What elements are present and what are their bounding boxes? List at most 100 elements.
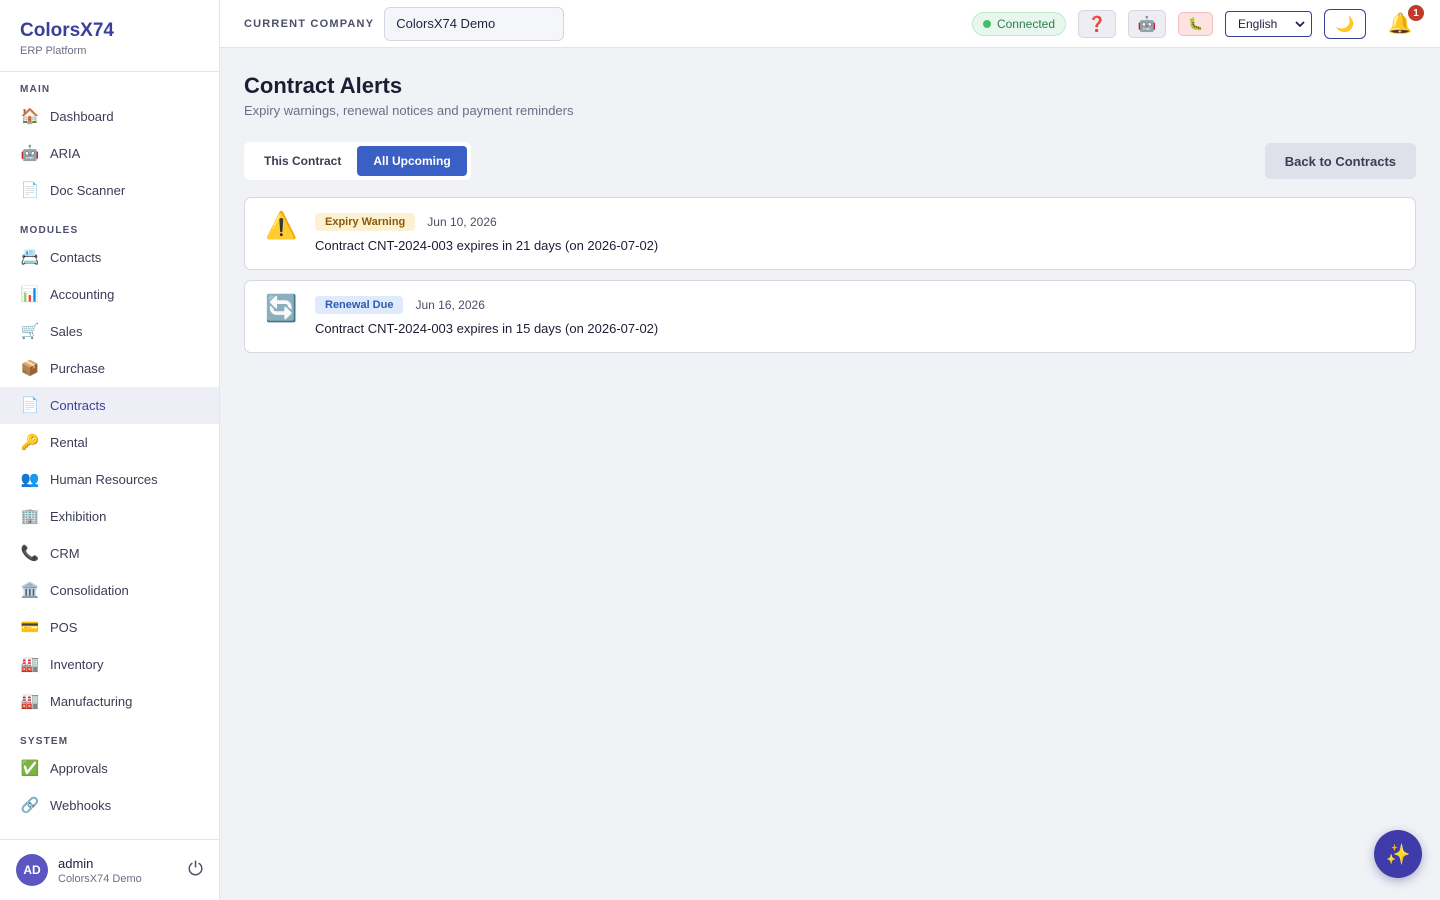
people-icon: 👥 — [20, 471, 40, 488]
sidebar-item-sales[interactable]: 🛒 Sales — [0, 313, 219, 350]
sidebar-section-title: MAIN — [20, 84, 51, 95]
logout-power-icon[interactable]: ⏻ — [188, 859, 203, 881]
factory-icon: 🏭 — [20, 693, 40, 710]
bug-report-button[interactable]: 🐛 — [1178, 11, 1213, 36]
sidebar-section-title: MODULES — [20, 225, 79, 236]
sidebar-item-rental[interactable]: 🔑 Rental — [0, 424, 219, 461]
alerts-list: ⚠️ Expiry Warning Jun 10, 2026 Contract CNT… — [244, 197, 1416, 353]
sidebar-item-pos[interactable]: 💳 POS — [0, 609, 219, 646]
page-subtitle: Expiry warnings, renewal notices and pay… — [244, 103, 574, 118]
contact-card-icon: 📇 — [20, 249, 40, 266]
tab-all-upcoming[interactable]: All Upcoming — [357, 146, 467, 176]
sidebar-item-label: Contracts — [50, 398, 106, 413]
credit-card-icon: 💳 — [20, 619, 40, 636]
sidebar-item-webhooks[interactable]: 🔗 Webhooks — [0, 787, 219, 824]
alert-card[interactable]: 🔄 Renewal Due Jun 16, 2026 Contract CNT-202… — [244, 280, 1416, 353]
sidebar-item-dashboard[interactable]: 🏠 Dashboard — [0, 98, 219, 135]
alerts-toolbar: This Contract All Upcoming Back to Contra… — [244, 142, 1416, 180]
sidebar-item-label: Contacts — [50, 250, 102, 265]
phone-icon: 📞 — [20, 545, 40, 562]
alert-card[interactable]: ⚠️ Expiry Warning Jun 10, 2026 Contract CNT… — [244, 197, 1416, 270]
check-icon: ✅ — [20, 760, 40, 777]
sidebar-item-label: Consolidation — [50, 583, 129, 598]
tab-this-contract[interactable]: This Contract — [248, 146, 357, 176]
alert-message: Contract CNT-2024-003 expires in 15 days… — [315, 321, 659, 336]
status-dot-icon — [982, 19, 991, 28]
sidebar-item-accounting[interactable]: 📊 Accounting — [0, 276, 219, 313]
alert-type-badge: Expiry Warning — [315, 213, 416, 231]
sidebar-item-label: CRM — [50, 546, 80, 561]
company-label: CURRENT COMPANY — [244, 17, 375, 30]
user-bar: AD admin ColorsX74 Demo ⏻ — [0, 839, 219, 900]
back-to-contracts-button[interactable]: Back to Contracts — [1264, 143, 1416, 179]
alert-body: Renewal Due Jun 16, 2026 Contract CNT-2024… — [315, 295, 1395, 336]
sidebar-nav: MAIN 🏠 Dashboard 🤖 ARIA 📄 Doc Scanner MODULES 📇 C… — [0, 72, 219, 839]
alert-meta: Expiry Warning Jun 10, 2026 — [315, 212, 1395, 232]
sparkles-icon: ✨ — [1385, 843, 1411, 866]
alert-date: Jun 16, 2026 — [415, 298, 485, 312]
package-icon: 📦 — [20, 360, 40, 377]
robot-icon: 🤖 — [1137, 15, 1157, 33]
sidebar-item-label: Human Resources — [50, 472, 158, 487]
cart-icon: 🛒 — [20, 323, 40, 340]
brand: ColorsX74 ERP Platform — [0, 0, 219, 72]
language-value: English — [1238, 16, 1278, 31]
user-name: admin — [58, 855, 94, 871]
sidebar-item-crm[interactable]: 📞 CRM — [0, 535, 219, 572]
sidebar-item-label: Exhibition — [50, 509, 107, 524]
sidebar-item-label: Purchase — [50, 361, 105, 376]
sidebar-item-contacts[interactable]: 📇 Contacts — [0, 239, 219, 276]
topbar: CURRENT COMPANY ColorsX74 Demo Connected… — [220, 0, 1440, 48]
sidebar-item-label: POS — [50, 620, 78, 635]
sidebar-item-aria[interactable]: 🤖 ARIA — [0, 135, 219, 172]
sidebar-item-label: Doc Scanner — [50, 183, 126, 198]
ai-assistant-fab-button[interactable]: ✨ — [1374, 830, 1422, 878]
connection-status-badge: Connected — [971, 11, 1066, 36]
sidebar-item-doc-scanner[interactable]: 📄 Doc Scanner — [0, 172, 219, 209]
sidebar-item-human-resources[interactable]: 👥 Human Resources — [0, 461, 219, 498]
sidebar-item-manufacturing[interactable]: 🏭 Manufacturing — [0, 683, 219, 720]
factory-icon: 🏭 — [20, 656, 40, 673]
sidebar-item-label: Webhooks — [50, 798, 112, 813]
alert-scope-tabs: This Contract All Upcoming — [244, 142, 471, 180]
bar-chart-icon: 📊 — [20, 286, 40, 303]
key-icon: 🔑 — [20, 434, 40, 451]
sidebar-item-label: Manufacturing — [50, 694, 133, 709]
brand-name[interactable]: ColorsX74 — [20, 20, 199, 42]
user-info: admin ColorsX74 Demo — [58, 856, 188, 885]
language-select[interactable]: English — [1225, 10, 1312, 37]
question-icon: ❓ — [1087, 15, 1107, 33]
sidebar: ColorsX74 ERP Platform MAIN 🏠 Dashboard 🤖 AR… — [0, 0, 220, 900]
connection-status-text: Connected — [996, 16, 1055, 31]
notifications-button[interactable]: 🔔 1 — [1384, 5, 1424, 36]
company-select[interactable]: ColorsX74 Demo — [384, 6, 565, 41]
brand-subtitle: ERP Platform — [20, 45, 87, 57]
page-title: Contract Alerts — [244, 73, 403, 98]
bug-icon: 🐛 — [1188, 16, 1203, 31]
user-company: ColorsX74 Demo — [58, 872, 142, 885]
warning-icon: ⚠️ — [265, 210, 298, 240]
sidebar-item-label: Dashboard — [50, 109, 114, 124]
theme-toggle-button[interactable]: 🌙 — [1324, 8, 1366, 39]
link-icon: 🔗 — [20, 797, 40, 814]
sidebar-item-purchase[interactable]: 📦 Purchase — [0, 350, 219, 387]
home-icon: 🏠 — [20, 108, 40, 125]
sidebar-item-consolidation[interactable]: 🏛️ Consolidation — [0, 572, 219, 609]
sidebar-item-exhibition[interactable]: 🏢 Exhibition — [0, 498, 219, 535]
alert-date: Jun 10, 2026 — [427, 215, 497, 229]
document-icon: 📄 — [20, 182, 40, 199]
help-button[interactable]: ❓ — [1078, 9, 1116, 38]
sidebar-item-label: ARIA — [50, 146, 81, 161]
avatar[interactable]: AD — [16, 854, 48, 886]
sidebar-item-inventory[interactable]: 🏭 Inventory — [0, 646, 219, 683]
sidebar-item-label: Inventory — [50, 657, 104, 672]
assistant-button[interactable]: 🤖 — [1128, 9, 1166, 38]
sidebar-item-label: Sales — [50, 324, 83, 339]
chevron-down-icon — [1295, 20, 1305, 27]
sidebar-item-contracts[interactable]: 📄 Contracts — [0, 387, 219, 424]
alert-type-badge: Renewal Due — [315, 296, 404, 314]
building-icon: 🏢 — [20, 508, 40, 525]
alert-message: Contract CNT-2024-003 expires in 21 days… — [315, 238, 659, 253]
sidebar-item-approvals[interactable]: ✅ Approvals — [0, 750, 219, 787]
bank-icon: 🏛️ — [20, 582, 40, 599]
